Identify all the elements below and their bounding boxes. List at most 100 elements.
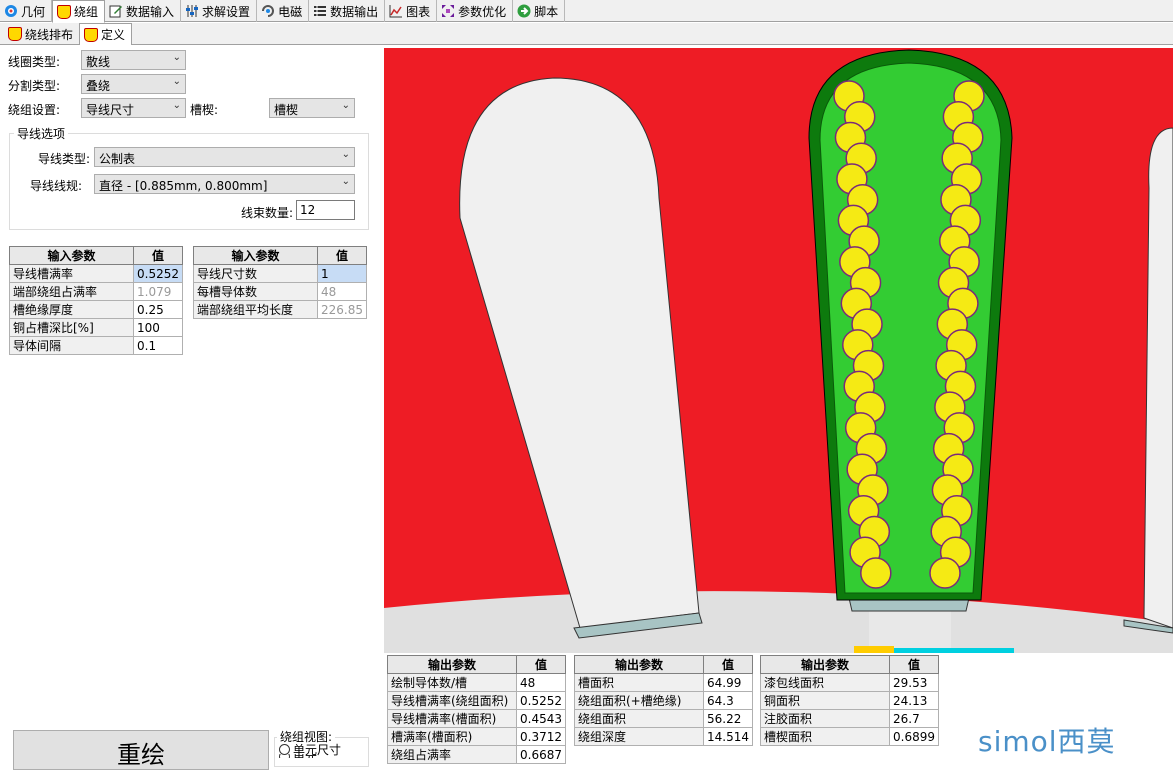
param-name: 注胶面积: [760, 709, 890, 728]
view-option-unit[interactable]: 单元: [279, 754, 317, 758]
param-value-input[interactable]: 100: [133, 318, 183, 337]
left-settings-panel: 线圈类型: 散线 ⌄ 分割类型: 叠绕 ⌄ 绕组设置: 导线尺寸 ⌄ 槽楔: 槽…: [0, 45, 383, 770]
output-params-table-1: 输出参数 值 绘制导体数/槽 48 导线槽满率(绕组面积) 0.5252 导线槽满率…: [387, 655, 566, 764]
column-header-value: 值: [133, 246, 183, 265]
param-name: 铜面积: [760, 691, 890, 710]
table-row: 槽满率(槽面积) 0.3712: [387, 727, 566, 746]
solver-settings-icon: [185, 4, 199, 18]
main-tab-bar: 几何 绕组 数据输入 求解设置 电磁 数据输出 图表 参数优化 脚本: [0, 0, 1173, 23]
wire-options-title: 导线选项: [14, 125, 69, 142]
strand-count-input[interactable]: 12: [296, 200, 355, 220]
table-row: 导线尺寸数 1: [193, 264, 367, 283]
winding-setting-label: 绕组设置:: [8, 103, 61, 117]
table-row: 导线槽满率(槽面积) 0.4543: [387, 709, 566, 728]
wire-type-label: 导线类型:: [38, 152, 91, 166]
table-row: 槽绝缘厚度 0.25: [9, 300, 183, 319]
param-value: 64.3: [703, 691, 753, 710]
column-header-param: 输出参数: [574, 655, 704, 674]
conductor-circle: [860, 557, 892, 589]
table-row: 槽面积 64.99: [574, 673, 753, 692]
data-input-icon: [109, 4, 123, 18]
table-row: 槽楔面积 0.6899: [760, 727, 939, 746]
split-type-value: 叠绕: [86, 79, 111, 93]
tab-data-output[interactable]: 数据输出: [309, 0, 386, 22]
strand-count-label: 线束数量:: [241, 206, 294, 220]
tab-chart[interactable]: 图表: [385, 0, 438, 22]
table-row: 注胶面积 26.7: [760, 709, 939, 728]
param-value: 48: [516, 673, 566, 692]
redraw-button[interactable]: 重绘: [13, 730, 269, 770]
wedge-value: 槽楔: [274, 103, 299, 117]
table-row: 端部绕组平均长度 226.85: [193, 300, 367, 319]
param-value: 1.079: [133, 282, 183, 301]
table-row: 绕组深度 14.514: [574, 727, 753, 746]
param-name: 端部绕组占满率: [9, 282, 134, 301]
param-name: 铜占槽深比[%]: [9, 318, 134, 337]
tab-label: 几何: [21, 4, 46, 19]
param-name: 绕组面积: [574, 709, 704, 728]
coil-type-select[interactable]: 散线 ⌄: [81, 50, 186, 70]
tab-script[interactable]: 脚本: [513, 0, 566, 22]
chart-icon: [389, 4, 403, 18]
param-value-input[interactable]: 0.1: [133, 336, 183, 355]
simol-logo: simol西莫: [978, 725, 1116, 758]
param-value-input[interactable]: 0.5252: [133, 264, 183, 283]
param-value-input[interactable]: 1: [317, 264, 367, 283]
column-header-value: 值: [317, 246, 367, 265]
table-row: 绘制导体数/槽 48: [387, 673, 566, 692]
winding-canvas[interactable]: [384, 48, 1173, 653]
winding-setting-select[interactable]: 导线尺寸 ⌄: [81, 98, 186, 118]
subtab-definition[interactable]: 定义: [79, 23, 133, 46]
column-header-param: 输入参数: [9, 246, 134, 265]
winding-icon: [57, 4, 72, 19]
subtab-winding-layout[interactable]: 绕线排布: [4, 23, 79, 45]
optimization-icon: [441, 4, 455, 18]
param-name: 导线槽满率(槽面积): [387, 709, 517, 728]
table-row: 铜占槽深比[%] 100: [9, 318, 183, 337]
right-slot: [1143, 127, 1173, 629]
stator-slot-drawing: [384, 48, 1173, 653]
param-value-input[interactable]: 0.25: [133, 300, 183, 319]
wire-type-select[interactable]: 公制表 ⌄: [94, 147, 355, 167]
tab-label: 电磁: [278, 4, 303, 19]
table-row: 端部绕组占满率 1.079: [9, 282, 183, 301]
table-row: 绕组面积(+槽绝缘) 64.3: [574, 691, 753, 710]
param-name: 绘制导体数/槽: [387, 673, 517, 692]
radio-icon: [279, 754, 290, 758]
output-params-table-3: 输出参数 值 漆包线面积 29.53 铜面积 24.13 注胶面积 26.7 槽楔面积…: [760, 655, 939, 746]
geometry-icon: [4, 4, 18, 18]
tab-label: 参数优化: [458, 4, 507, 19]
param-name: 漆包线面积: [760, 673, 890, 692]
chevron-down-icon: ⌄: [341, 176, 350, 187]
param-value: 29.53: [889, 673, 939, 692]
param-value: 56.22: [703, 709, 753, 728]
split-type-select[interactable]: 叠绕 ⌄: [81, 74, 186, 94]
table-row: 绕组面积 56.22: [574, 709, 753, 728]
input-params-table-2: 输入参数 值 导线尺寸数 1 每槽导体数 48 端部绕组平均长度 226.85: [193, 246, 367, 319]
tab-geometry[interactable]: 几何: [0, 0, 53, 22]
table-row: 绕组占满率 0.6687: [387, 745, 566, 764]
column-header-value: 值: [703, 655, 753, 674]
data-output-icon: [313, 4, 327, 18]
wire-gauge-select[interactable]: 直径 - [0.885mm, 0.800mm] ⌄: [94, 174, 355, 194]
table-row: 漆包线面积 29.53: [760, 673, 939, 692]
tab-data-input[interactable]: 数据输入: [105, 0, 182, 22]
chevron-down-icon: ⌄: [341, 100, 350, 111]
param-value: 26.7: [889, 709, 939, 728]
winding-setting-value: 导线尺寸: [86, 103, 135, 117]
param-name: 每槽导体数: [193, 282, 318, 301]
tab-electromagnetic[interactable]: 电磁: [257, 0, 310, 22]
tab-solver-settings[interactable]: 求解设置: [181, 0, 258, 22]
column-header-param: 输入参数: [193, 246, 318, 265]
param-value: 14.514: [703, 727, 753, 746]
column-header-param: 输出参数: [387, 655, 517, 674]
tab-winding[interactable]: 绕组: [52, 0, 106, 23]
wedge-select[interactable]: 槽楔 ⌄: [269, 98, 355, 118]
param-name: 槽满率(槽面积): [387, 727, 517, 746]
column-header-value: 值: [889, 655, 939, 674]
chevron-down-icon: ⌄: [172, 52, 181, 63]
param-value: 24.13: [889, 691, 939, 710]
output-params-table-2: 输出参数 值 槽面积 64.99 绕组面积(+槽绝缘) 64.3 绕组面积 56.22…: [574, 655, 753, 746]
rotor-marker: [854, 646, 894, 653]
tab-optimization[interactable]: 参数优化: [437, 0, 514, 22]
